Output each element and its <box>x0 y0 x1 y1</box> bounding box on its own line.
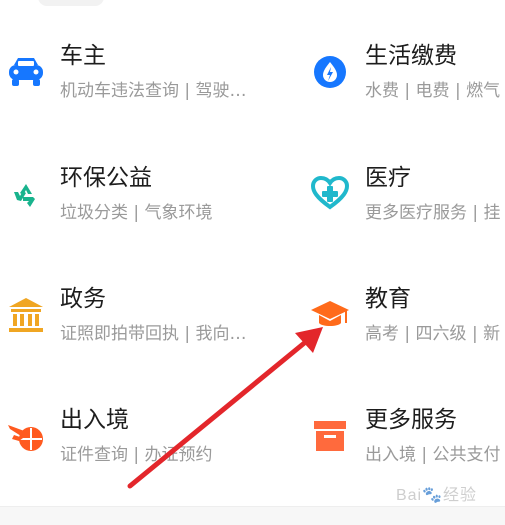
service-subtitle: 水费 | 电费 | 燃气 <box>365 81 501 101</box>
bottom-strip <box>0 506 505 525</box>
service-subtitle: 垃圾分类 | 气象环境 <box>60 203 213 223</box>
watermark: Bai🐾经验 <box>395 487 477 504</box>
service-title: 出入境 <box>60 407 129 433</box>
medical-heart-icon <box>308 172 352 216</box>
service-item-living[interactable]: 生活缴费 水费 | 电费 | 燃气 <box>308 42 505 134</box>
service-subtitle: 高考 | 四六级 | 新 <box>365 324 501 344</box>
service-title: 政务 <box>60 286 106 312</box>
service-item-env[interactable]: 环保公益 垃圾分类 | 气象环境 <box>4 164 264 256</box>
service-title: 医疗 <box>365 165 411 191</box>
graduation-cap-icon <box>308 293 352 337</box>
service-title: 车主 <box>60 43 106 69</box>
service-title: 环保公益 <box>60 165 152 191</box>
service-item-border[interactable]: 出入境 证件查询 | 办证预约 <box>4 406 264 498</box>
service-item-edu[interactable]: 教育 高考 | 四六级 | 新 <box>308 285 505 377</box>
service-subtitle: 更多医疗服务 | 挂 <box>365 203 501 223</box>
service-item-medical[interactable]: 医疗 更多医疗服务 | 挂 <box>308 164 505 256</box>
service-subtitle: 证件查询 | 办证预约 <box>60 445 213 465</box>
water-drop-icon <box>308 50 352 94</box>
service-subtitle: 证照即拍带回执 | 我向… <box>60 324 247 344</box>
service-subtitle: 出入境 | 公共支付 <box>365 445 501 465</box>
service-title: 更多服务 <box>365 407 457 433</box>
service-title: 教育 <box>365 286 411 312</box>
recycle-icon <box>4 172 48 216</box>
service-title: 生活缴费 <box>365 43 457 69</box>
plane-globe-icon <box>4 414 48 458</box>
car-icon <box>4 50 48 94</box>
service-item-gov[interactable]: 政务 证照即拍带回执 | 我向… <box>4 285 264 377</box>
service-grid-screen: 车主 机动车违法查询 | 驾驶… 生活缴费 水费 | 电费 | 燃气 环保公益 … <box>0 0 505 525</box>
service-subtitle: 机动车违法查询 | 驾驶… <box>60 81 247 101</box>
box-icon <box>308 414 352 458</box>
government-building-icon <box>4 293 48 337</box>
top-partial-element <box>38 0 104 6</box>
service-item-owner[interactable]: 车主 机动车违法查询 | 驾驶… <box>4 42 264 134</box>
